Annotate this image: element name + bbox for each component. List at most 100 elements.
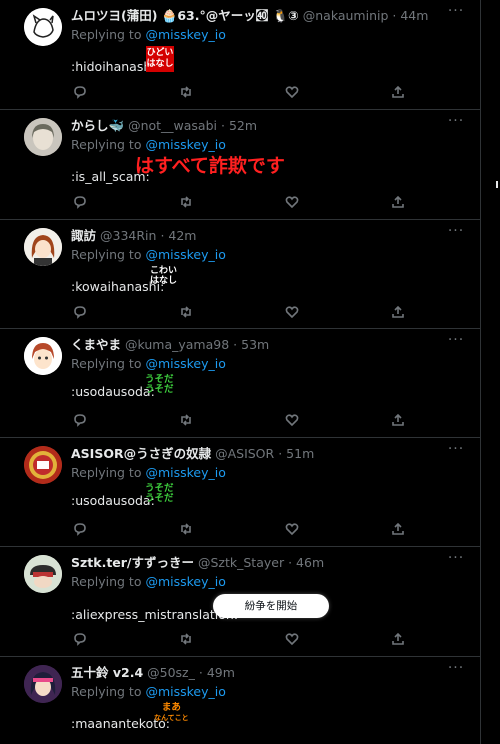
tweet[interactable]: ASISOR@うさぎの奴隷 @ASISOR · 51m ··· Replying… (0, 438, 480, 547)
share-icon[interactable] (389, 411, 407, 429)
action-bar (71, 303, 411, 321)
user-handle[interactable]: @not__wasabi (128, 118, 217, 133)
replying-to-handle[interactable]: @misskey_io (145, 356, 225, 371)
timestamp[interactable]: 42m (168, 228, 196, 243)
more-icon[interactable]: ··· (446, 114, 466, 134)
replying-to-label: Replying to (71, 247, 142, 262)
like-icon[interactable] (283, 303, 301, 321)
like-icon[interactable] (283, 193, 301, 211)
action-bar (71, 411, 411, 429)
replying-to: Replying to @misskey_io (71, 26, 226, 44)
tweet[interactable]: くまやま @kuma_yama98 · 53m ··· Replying to … (0, 329, 480, 438)
share-icon[interactable] (389, 193, 407, 211)
like-icon[interactable] (283, 411, 301, 429)
reply-icon[interactable] (71, 411, 89, 429)
display-name[interactable]: くまやま (71, 337, 121, 352)
replying-to-handle[interactable]: @misskey_io (145, 574, 225, 589)
reply-icon[interactable] (71, 303, 89, 321)
separator-dot: · (220, 118, 225, 133)
display-name[interactable]: 五十鈴 v2.4 (71, 665, 143, 680)
avatar[interactable] (24, 665, 62, 703)
custom-emoji: ひどい はなし (146, 46, 174, 72)
like-icon[interactable] (283, 520, 301, 538)
retweet-icon[interactable] (177, 193, 195, 211)
tweet[interactable]: ムロツヨ(蒲田) 🧁63.°@ヤーッ㉋ 🐧③ @nakauminip · 44m… (0, 0, 480, 110)
share-icon[interactable] (389, 83, 407, 101)
timestamp[interactable]: 44m (400, 8, 428, 23)
replying-to-handle[interactable]: @misskey_io (145, 465, 225, 480)
tweet-header: 五十鈴 v2.4 @50sz_ · 49m (71, 663, 440, 683)
share-icon[interactable] (389, 520, 407, 538)
user-handle[interactable]: @Sztk_Stayer (198, 555, 284, 570)
avatar[interactable] (24, 555, 62, 593)
display-name[interactable]: ムロツヨ(蒲田) 🧁63.°@ヤーッ㉋ 🐧③ (71, 8, 299, 23)
user-handle[interactable]: @50sz_ (147, 665, 195, 680)
replying-to-label: Replying to (71, 684, 142, 699)
tweet[interactable]: からし🐳 @not__wasabi · 52m ··· Replying to … (0, 110, 480, 220)
timestamp[interactable]: 51m (286, 446, 314, 461)
user-handle[interactable]: @ASISOR (215, 446, 274, 461)
more-icon[interactable]: ··· (446, 4, 466, 24)
retweet-icon[interactable] (177, 303, 195, 321)
replying-to: Replying to @misskey_io (71, 246, 226, 264)
reply-icon[interactable] (71, 520, 89, 538)
user-handle[interactable]: @334Rin (100, 228, 156, 243)
more-icon[interactable]: ··· (446, 661, 466, 681)
replying-to: Replying to @misskey_io (71, 464, 226, 482)
timestamp[interactable]: 46m (296, 555, 324, 570)
user-handle[interactable]: @nakauminip (303, 8, 389, 23)
display-name[interactable]: 諏訪 (71, 228, 96, 243)
display-name[interactable]: Sztk.ter/すずっきー (71, 555, 194, 570)
more-icon[interactable]: ··· (446, 442, 466, 462)
timestamp[interactable]: 49m (207, 665, 235, 680)
like-icon[interactable] (283, 83, 301, 101)
user-handle[interactable]: @kuma_yama98 (125, 337, 229, 352)
avatar[interactable] (24, 118, 62, 156)
reply-icon[interactable] (71, 630, 89, 648)
emoji-text-line: なんてこと (154, 714, 189, 722)
separator-dot: · (233, 337, 238, 352)
separator-dot: · (392, 8, 397, 23)
more-icon[interactable]: ··· (446, 224, 466, 244)
avatar[interactable] (24, 337, 62, 375)
replying-to: Replying to @misskey_io (71, 136, 226, 154)
custom-emoji: うそだ うそだ (145, 484, 174, 504)
scrollbar-thumb[interactable] (496, 181, 498, 188)
display-name[interactable]: ASISOR@うさぎの奴隷 (71, 446, 211, 461)
replying-to-label: Replying to (71, 356, 142, 371)
retweet-icon[interactable] (177, 630, 195, 648)
emoji-text-line: うそだ (145, 384, 174, 395)
separator-dot: · (288, 555, 293, 570)
replying-to-handle[interactable]: @misskey_io (145, 137, 225, 152)
avatar[interactable] (24, 8, 62, 46)
timestamp[interactable]: 53m (241, 337, 269, 352)
reply-icon[interactable] (71, 193, 89, 211)
like-icon[interactable] (283, 630, 301, 648)
timestamp[interactable]: 52m (229, 118, 257, 133)
custom-emoji: うそだ うそだ (145, 375, 174, 395)
emoji-text-line: はなし (150, 276, 178, 286)
tweet[interactable]: 五十鈴 v2.4 @50sz_ · 49m ··· Replying to @m… (0, 657, 480, 744)
more-icon[interactable]: ··· (446, 551, 466, 571)
separator-dot: · (198, 665, 203, 680)
tweet[interactable]: 諏訪 @334Rin · 42m ··· Replying to @misske… (0, 220, 480, 329)
avatar[interactable] (24, 228, 62, 266)
replying-to-handle[interactable]: @misskey_io (145, 247, 225, 262)
replying-to-handle[interactable]: @misskey_io (145, 684, 225, 699)
custom-emoji: こわい はなし (150, 266, 177, 286)
retweet-icon[interactable] (177, 411, 195, 429)
retweet-icon[interactable] (177, 520, 195, 538)
emoji-tooltip: 紛争を開始 (213, 594, 329, 618)
separator-dot: · (160, 228, 165, 243)
share-icon[interactable] (389, 630, 407, 648)
avatar[interactable] (24, 446, 62, 484)
share-icon[interactable] (389, 303, 407, 321)
more-icon[interactable]: ··· (446, 333, 466, 353)
reply-feed: ムロツヨ(蒲田) 🧁63.°@ヤーッ㉋ 🐧③ @nakauminip · 44m… (0, 0, 481, 744)
tweet-text: :usodausoda: (71, 384, 155, 399)
retweet-icon[interactable] (177, 83, 195, 101)
reply-icon[interactable] (71, 83, 89, 101)
custom-emoji: はすべて詐欺です (135, 155, 285, 177)
replying-to-handle[interactable]: @misskey_io (145, 27, 225, 42)
display-name[interactable]: からし🐳 (71, 118, 124, 133)
